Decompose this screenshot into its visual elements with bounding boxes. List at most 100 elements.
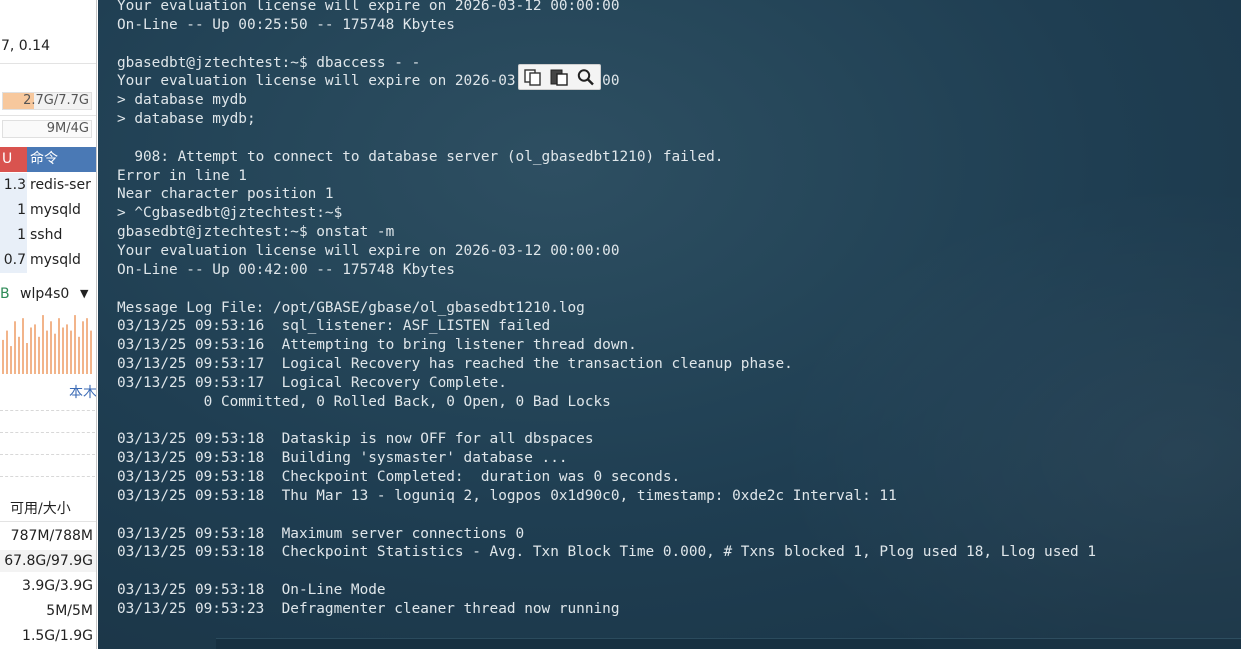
traffic-bar <box>2 339 4 374</box>
process-command: redis-ser <box>30 177 91 193</box>
traffic-bar <box>66 324 68 374</box>
cpu-column-header[interactable]: U <box>0 147 27 172</box>
search-button[interactable] <box>574 67 598 87</box>
terminal-line: 03/13/25 09:53:18 Building 'sysmaster' d… <box>117 450 568 467</box>
terminal-line: > ^Cgbasedbt@jztechtest:~$ <box>117 205 343 222</box>
network-interface-select[interactable]: wlp4s0 <box>20 282 69 306</box>
terminal-line: Your evaluation license will expire on 2… <box>117 242 620 259</box>
process-row[interactable]: 1 mysqld <box>0 198 96 223</box>
traffic-bar <box>74 315 76 374</box>
disk-row[interactable]: 3.9G/3.9G <box>0 575 96 597</box>
disk-row[interactable]: 5M/5M <box>0 600 96 622</box>
disk-usage: 5M/5M <box>46 603 93 619</box>
traffic-bar <box>50 321 52 374</box>
traffic-bar <box>6 330 8 374</box>
traffic-bar <box>30 327 32 374</box>
terminal-line: 03/13/25 09:53:18 Dataskip is now OFF fo… <box>117 431 594 448</box>
divider <box>0 454 95 455</box>
traffic-bar <box>34 324 36 374</box>
terminal-line: 03/13/25 09:53:18 Maximum server connect… <box>117 525 525 542</box>
terminal-line: 03/13/25 09:53:18 Checkpoint Completed: … <box>117 469 681 486</box>
floating-toolbar <box>518 64 601 90</box>
paste-icon <box>550 69 569 86</box>
terminal-line: On-Line -- Up 00:25:50 -- 175748 Kbytes <box>117 16 455 33</box>
terminal-line: Near character position 1 <box>117 186 334 203</box>
memory-usage-label: 2.7G/7.7G <box>23 93 89 108</box>
disk-usage: 1.5G/1.9G <box>22 628 93 644</box>
horizontal-scrollbar[interactable] <box>216 638 1241 649</box>
terminal-line: Error in line 1 <box>117 167 247 184</box>
load-average-text: 7, 0.14 <box>1 38 50 54</box>
divider <box>0 476 95 477</box>
process-row[interactable]: 0.7 mysqld <box>0 248 96 273</box>
divider <box>0 521 96 522</box>
traffic-bar <box>14 321 16 374</box>
network-interface-row[interactable]: B wlp4s0 ▼ <box>0 282 96 306</box>
terminal-line: 03/13/25 09:53:16 sql_listener: ASF_LIST… <box>117 318 551 335</box>
local-link[interactable]: 本木 <box>69 382 96 404</box>
network-traffic-graph <box>2 315 92 374</box>
command-column-header[interactable]: 命令 <box>30 147 58 172</box>
terminal-window[interactable]: Your evaluation license will expire on 2… <box>98 0 1241 649</box>
traffic-bar <box>42 315 44 374</box>
traffic-bar <box>90 330 92 374</box>
search-icon <box>577 69 594 86</box>
disk-table-header[interactable]: 可用/大小 <box>0 497 96 521</box>
terminal-line: 908: Attempt to connect to database serv… <box>117 148 724 165</box>
swap-usage-bar: 9M/4G <box>2 120 92 138</box>
terminal-line: 03/13/25 09:53:18 On-Line Mode <box>117 582 386 599</box>
terminal-output[interactable]: Your evaluation license will expire on 2… <box>117 0 1096 619</box>
process-row[interactable]: 1.3 redis-ser <box>0 173 96 198</box>
terminal-line: gbasedbt@jztechtest:~$ dbaccess - - <box>117 54 421 71</box>
disk-usage: 3.9G/3.9G <box>22 578 93 594</box>
paste-button[interactable] <box>547 67 571 87</box>
system-monitor-panel: 7, 0.14 2.7G/7.7G 9M/4G U 命令 1.3 redis-s… <box>0 0 97 649</box>
copy-icon <box>524 69 541 86</box>
process-command: mysqld <box>30 252 81 268</box>
process-cpu: 1 <box>0 198 27 223</box>
terminal-line: 03/13/25 09:53:23 Defragmenter cleaner t… <box>117 601 620 617</box>
traffic-bar <box>82 321 84 374</box>
network-prefix: B <box>0 286 10 302</box>
traffic-bar <box>22 318 24 374</box>
traffic-bar <box>10 346 12 374</box>
terminal-line: On-Line -- Up 00:42:00 -- 175748 Kbytes <box>117 261 455 278</box>
traffic-bar <box>86 318 88 374</box>
terminal-line: 0 Committed, 0 Rolled Back, 0 Open, 0 Ba… <box>117 393 611 410</box>
chevron-down-icon[interactable]: ▼ <box>80 282 88 306</box>
process-command: mysqld <box>30 202 81 218</box>
process-table-header: U 命令 <box>0 147 96 172</box>
traffic-bar <box>62 327 64 374</box>
terminal-line: 03/13/25 09:53:16 Attempting to bring li… <box>117 337 637 354</box>
copy-button[interactable] <box>521 67 545 87</box>
traffic-bar <box>78 336 80 374</box>
disk-row[interactable]: 1.5G/1.9G <box>0 625 96 647</box>
process-cpu: 1.3 <box>0 173 27 198</box>
divider <box>0 63 96 64</box>
terminal-line: Your evaluation license will expire on 2… <box>117 73 620 90</box>
traffic-bar <box>38 336 40 374</box>
terminal-line: 03/13/25 09:53:18 Checkpoint Statistics … <box>117 544 1097 561</box>
traffic-bar <box>70 330 72 374</box>
disk-usage: 67.8G/97.9G <box>4 553 93 569</box>
terminal-line: 03/13/25 09:53:17 Logical Recovery Compl… <box>117 374 507 391</box>
traffic-bar <box>58 318 60 374</box>
divider <box>0 432 95 433</box>
terminal-line: gbasedbt@jztechtest:~$ onstat -m <box>117 224 395 241</box>
terminal-line: > database mydb; <box>117 111 256 128</box>
traffic-bar <box>46 330 48 374</box>
disk-row[interactable]: 787M/788M <box>0 525 96 547</box>
traffic-bar <box>18 336 20 374</box>
terminal-line: 03/13/25 09:53:17 Logical Recovery has r… <box>117 356 793 373</box>
process-row[interactable]: 1 sshd <box>0 223 96 248</box>
process-command: sshd <box>30 227 63 243</box>
traffic-bar <box>54 333 56 374</box>
divider <box>0 410 95 411</box>
disk-row[interactable]: 67.8G/97.9G <box>0 550 96 572</box>
